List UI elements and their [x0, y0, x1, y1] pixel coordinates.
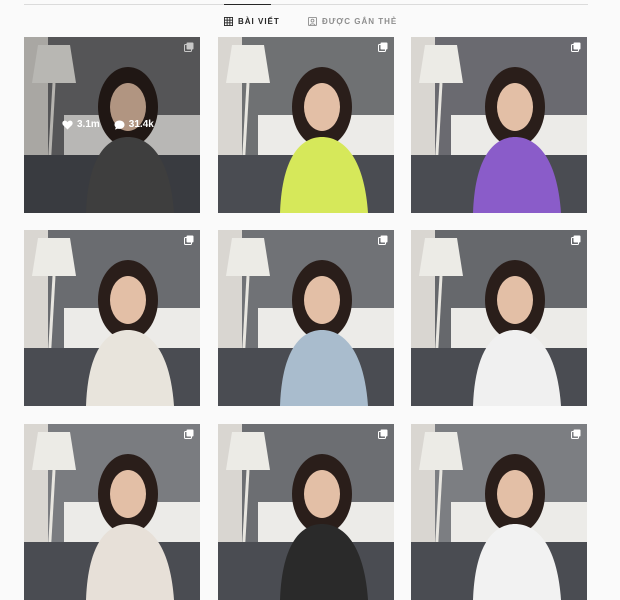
- multiple-photos-icon: [378, 235, 388, 245]
- post-image: [24, 424, 200, 600]
- multiple-photos-icon: [571, 429, 581, 439]
- heart-icon: [62, 120, 73, 129]
- post-tile[interactable]: [24, 424, 200, 600]
- post-image: [218, 424, 394, 600]
- likes-label: 3.1m: [77, 119, 100, 130]
- post-stats: 3.1m 31.4k: [62, 119, 154, 130]
- post-tile[interactable]: [218, 37, 394, 213]
- post-image: [411, 37, 587, 213]
- post-tile[interactable]: [218, 230, 394, 406]
- post-tile[interactable]: [411, 424, 587, 600]
- posts-grid: 3.1m 31.4k: [0, 0, 620, 600]
- comments-count: 31.4k: [114, 119, 154, 130]
- post-image: [411, 230, 587, 406]
- multiple-photos-icon: [571, 235, 581, 245]
- multiple-photos-icon: [184, 235, 194, 245]
- post-image: [218, 37, 394, 213]
- multiple-photos-icon: [571, 42, 581, 52]
- post-image: [218, 230, 394, 406]
- comment-icon: [114, 120, 125, 130]
- post-tile[interactable]: [411, 37, 587, 213]
- comments-label: 31.4k: [128, 119, 154, 130]
- multiple-photos-icon: [184, 429, 194, 439]
- multiple-photos-icon: [378, 429, 388, 439]
- post-tile[interactable]: 3.1m 31.4k: [24, 37, 200, 213]
- post-image: [24, 230, 200, 406]
- post-image: [411, 424, 587, 600]
- post-tile[interactable]: [411, 230, 587, 406]
- post-tile[interactable]: [218, 424, 394, 600]
- multiple-photos-icon: [378, 42, 388, 52]
- post-tile[interactable]: [24, 230, 200, 406]
- likes-count: 3.1m: [62, 119, 100, 130]
